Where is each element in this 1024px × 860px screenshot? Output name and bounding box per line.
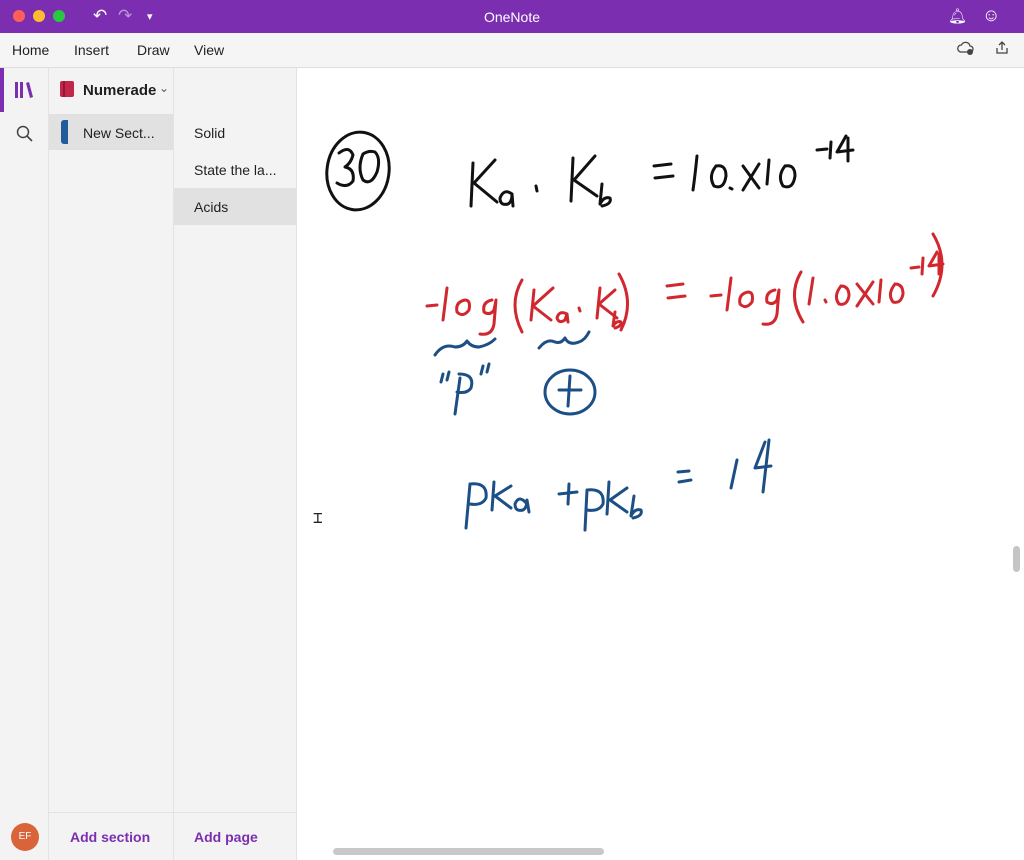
panel-footer-divider xyxy=(49,812,297,813)
section-color-tab xyxy=(61,120,68,144)
pages-panel: Solid State the la... Acids Add page xyxy=(174,68,297,860)
share-icon[interactable] xyxy=(994,40,1010,60)
sections-panel: Numerade ⌄ New Sect... Add section xyxy=(49,68,174,860)
avatar[interactable]: EF xyxy=(11,823,39,851)
tab-home[interactable]: Home xyxy=(12,41,49,59)
add-section-button[interactable]: Add section xyxy=(70,828,150,846)
search-icon[interactable] xyxy=(15,124,35,144)
smiley-icon[interactable]: ☺ xyxy=(982,4,1000,26)
page-canvas[interactable] xyxy=(297,68,1024,860)
ink-red-equation xyxy=(425,232,945,336)
page-item-solid[interactable]: Solid xyxy=(174,114,296,151)
navigation-rail: EF xyxy=(0,68,49,860)
horizontal-scrollbar[interactable] xyxy=(333,848,604,855)
section-item[interactable]: New Sect... xyxy=(49,114,173,150)
title-bar: ↶ ↷ ▾ OneNote 🔔︎ ☺ xyxy=(0,0,1024,33)
tab-insert[interactable]: Insert xyxy=(74,41,109,59)
page-label: Acids xyxy=(194,199,229,215)
page-label: State the la... xyxy=(194,162,277,178)
rail-active-indicator xyxy=(0,68,4,112)
notebook-icon xyxy=(60,81,74,97)
section-label: New Sect... xyxy=(83,125,155,141)
bell-icon[interactable]: 🔔︎ xyxy=(948,6,967,28)
page-item-acids[interactable]: Acids xyxy=(174,188,296,225)
app-title: OneNote xyxy=(483,9,541,25)
vertical-scrollbar[interactable] xyxy=(1013,546,1020,572)
handwritten-ink xyxy=(325,130,945,532)
chevron-down-icon: ⌄ xyxy=(159,81,170,95)
page-label: Solid xyxy=(194,125,226,141)
tab-draw[interactable]: Draw xyxy=(137,41,170,59)
page-item-state-the-la[interactable]: State the la... xyxy=(174,151,296,188)
notebook-name: Numerade xyxy=(83,82,157,99)
text-cursor-icon: ⌶ xyxy=(313,508,323,527)
tab-view[interactable]: View xyxy=(194,41,224,59)
ribbon-tabs: Home Insert Draw View xyxy=(0,33,1024,68)
sync-cloud-icon[interactable] xyxy=(957,40,975,60)
add-page-button[interactable]: Add page xyxy=(194,828,258,846)
ink-black-equation xyxy=(325,130,855,212)
ink-blue-notes xyxy=(433,330,773,532)
notebooks-icon[interactable] xyxy=(14,80,36,100)
